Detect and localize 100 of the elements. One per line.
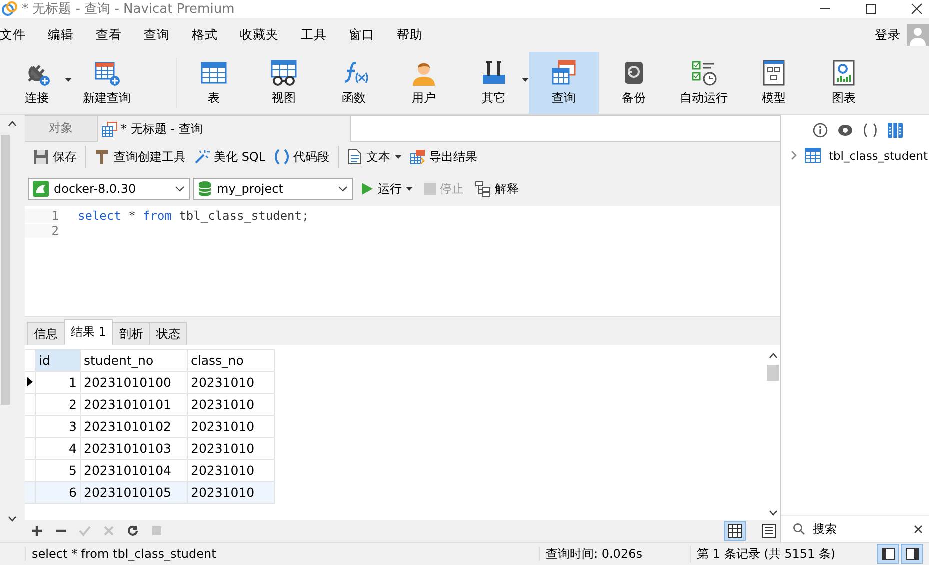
grid-view-button[interactable] [724,521,746,541]
caret-icon[interactable] [65,78,72,82]
table-cell: 2 [36,394,80,416]
hammer-icon [94,149,110,165]
code-line: select * from tbl_class_student; [78,208,310,222]
app-logo-icon [2,1,18,17]
add-icon[interactable] [31,525,43,537]
query-table-icon [102,122,118,136]
tree-diagram-icon [475,181,491,197]
eye-icon[interactable] [838,123,853,138]
table-cell: 20231010100 [80,372,188,394]
toolbar-button[interactable]: 新建查询 [72,52,142,114]
columns-icon[interactable] [888,123,903,138]
maximize-icon[interactable] [865,3,877,15]
menu-item[interactable]: 帮助 [397,26,435,44]
toolbar-button[interactable]: 保存 [29,145,81,169]
menu-item[interactable]: 文件 [0,26,38,44]
menu-item[interactable]: 编辑 [48,26,86,44]
table-icon [805,148,821,163]
toolbar-button[interactable]: 文本 [342,145,406,169]
result-tab[interactable]: 剖析 [112,322,150,345]
toolbar-button[interactable]: 查询 [529,52,599,114]
window-title: * 无标题 - 查询 - Navicat Premium [22,1,235,18]
table-cell: 4 [36,438,80,460]
toolbar-button[interactable]: 查询创建工具 [90,145,190,169]
login-link[interactable]: 登录 [875,26,901,44]
result-tab[interactable]: 结果 1 [64,319,114,345]
menu-item[interactable]: 工具 [301,26,339,44]
connection-dropdown[interactable]: docker-8.0.30 [28,178,190,200]
toolbar-button[interactable]: 视图 [249,52,319,114]
menu-item[interactable]: 查看 [96,26,134,44]
query-table-icon [550,59,578,87]
toolbar-button[interactable]: 美化 SQL [190,145,270,169]
table-cell: 1 [36,372,80,394]
status-sql: select * from tbl_class_student [25,547,540,561]
column-header[interactable]: student_no [80,350,188,372]
left-panel-icon [882,548,894,560]
toolbar-button[interactable]: 其它 [459,52,529,114]
toolbar-button[interactable]: 表 [179,52,249,114]
menu-item[interactable]: 查询 [144,26,182,44]
database-icon [198,181,212,197]
menu-item[interactable]: 格式 [192,26,230,44]
scrollbar-thumb[interactable] [1,135,10,405]
column-header[interactable]: id [36,350,80,372]
panel-toggle-button[interactable] [901,544,923,564]
leaf-icon [33,181,49,197]
result-tab[interactable]: 状态 [149,322,188,345]
explain-button[interactable]: 解释 [471,177,523,201]
parentheses-icon[interactable] [863,123,878,138]
panel-toggle-button[interactable] [877,544,899,564]
column-header[interactable]: class_no [188,350,274,372]
scroll-down-icon[interactable] [768,510,778,516]
table-cell: 20231010103 [80,438,188,460]
line-number: 2 [25,224,59,238]
save-icon [33,149,49,165]
table-cell: 20231010 [188,438,274,460]
search-field[interactable]: 搜索 [811,521,908,537]
tools-icon [480,59,508,87]
table-cell: 6 [36,482,80,504]
toolbar-button[interactable]: 连接 [2,52,72,114]
refresh-icon[interactable] [127,525,139,537]
toolbar-button[interactable]: 用户 [389,52,459,114]
scroll-up-icon[interactable] [768,353,778,359]
clear-icon[interactable] [914,524,923,534]
table-glasses-icon [270,59,298,87]
scroll-down-icon[interactable] [8,516,17,522]
result-tab[interactable]: 信息 [27,322,65,345]
toolbar-button[interactable]: 代码段 [270,145,334,169]
status-query-time: 查询时间: 0.026s [545,546,644,562]
chevron-down-icon [175,186,185,192]
table-cell: 20231010 [188,372,274,394]
table-cell: 20231010102 [80,416,188,438]
braces-icon [274,149,290,165]
run-button[interactable]: 运行 [356,177,417,201]
toolbar-button[interactable]: 模型 [739,52,809,114]
scroll-up-icon[interactable] [8,121,17,127]
menu-item[interactable]: 窗口 [349,26,387,44]
tree-item[interactable]: tbl_class_student [781,138,929,163]
toolbar-button[interactable]: 自动运行 [669,52,739,114]
close-icon[interactable] [911,3,923,15]
list-icon [762,524,776,538]
menu-item[interactable]: 收藏夹 [240,26,291,44]
wand-icon [194,149,210,165]
status-record-count: 第 1 条记录 (共 5151 条) [690,546,875,562]
document-tab[interactable]: * 无标题 - 查询 [98,116,351,142]
caret-icon[interactable] [522,78,529,82]
toolbar-button[interactable]: 图表 [809,52,879,114]
database-dropdown[interactable]: my_project [193,178,353,200]
info-icon[interactable] [813,123,828,138]
toolbar-button[interactable]: 备份 [599,52,669,114]
document-tab[interactable]: 对象 [25,116,98,142]
chevron-down-icon [338,186,348,192]
toolbar-button[interactable]: 导出结果 [406,145,482,169]
scrollbar-thumb[interactable] [767,365,779,381]
toolbar-button[interactable]: 函数 [319,52,389,114]
table-cell: 20231010101 [80,394,188,416]
table-cell: 20231010 [188,482,274,504]
caret-icon [406,187,413,191]
table-cell: 3 [36,416,80,438]
chevron-icon [791,151,797,160]
